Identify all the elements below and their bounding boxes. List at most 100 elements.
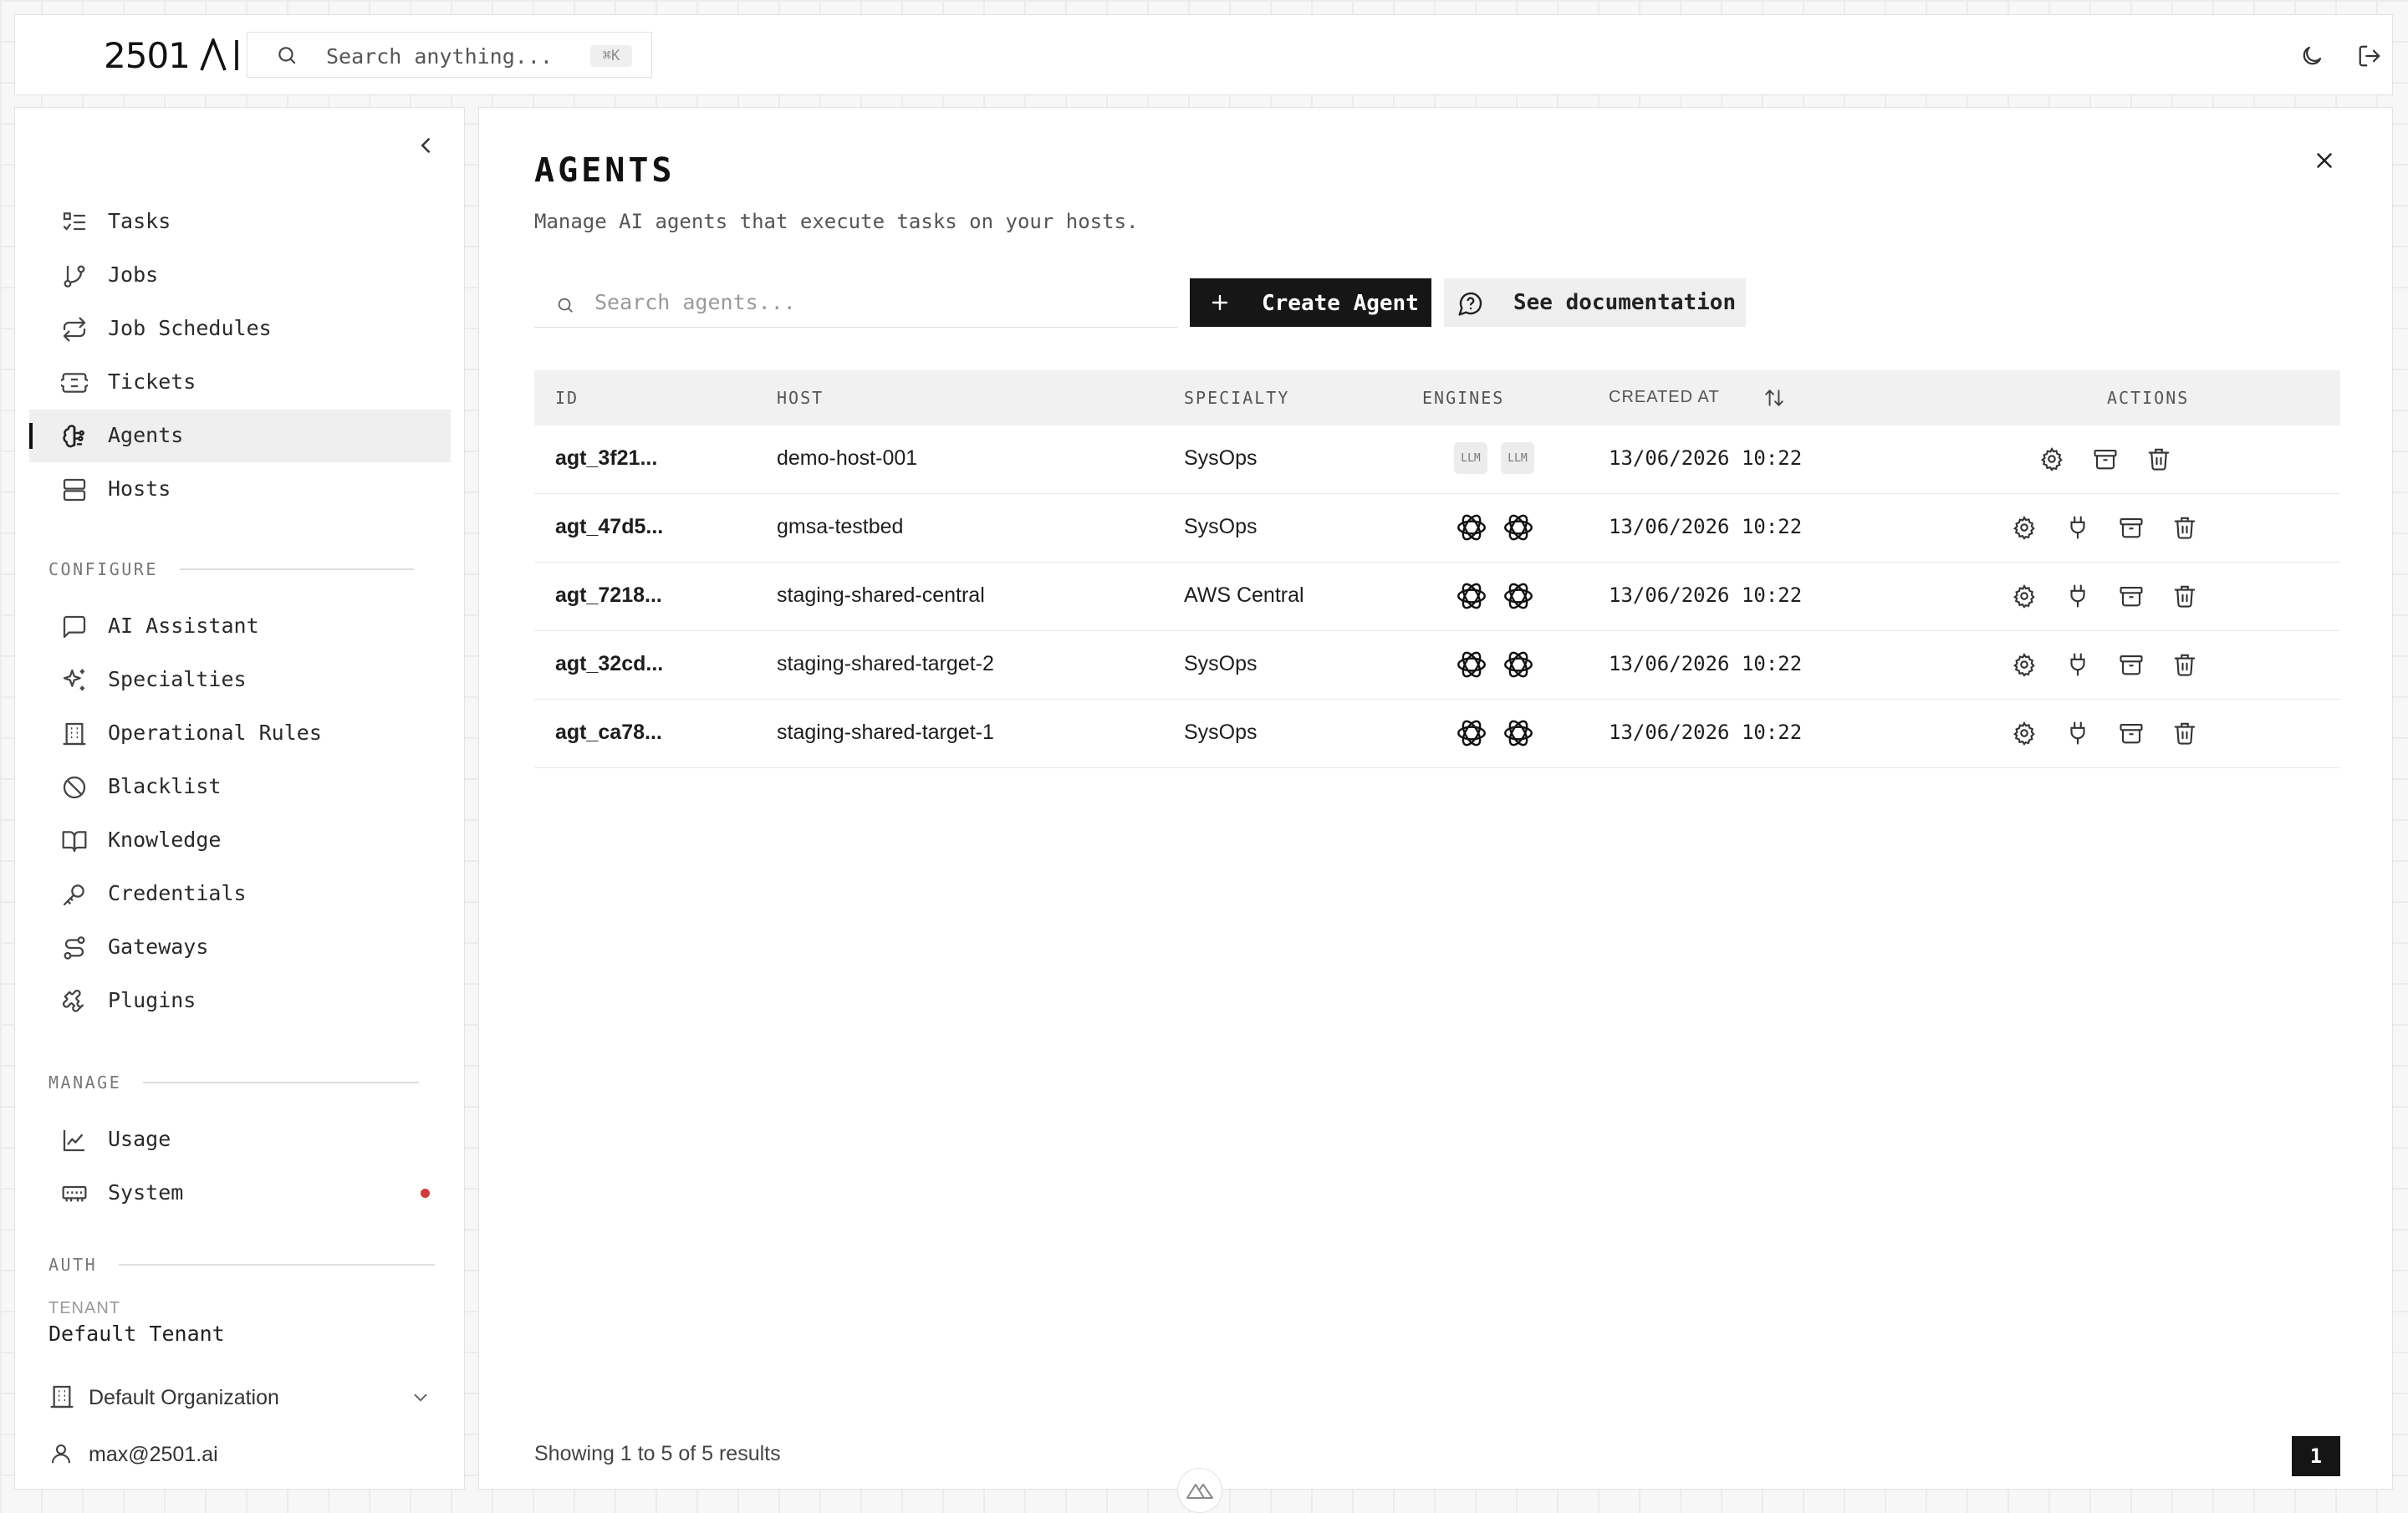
agent-specialty: SysOps bbox=[1184, 446, 1258, 470]
agent-search-input[interactable]: Search agents... bbox=[534, 279, 1178, 328]
agent-id[interactable]: agt_3f21... bbox=[555, 446, 657, 471]
delete-button[interactable] bbox=[2170, 718, 2200, 748]
sidebar-item-label: Operational Rules bbox=[108, 721, 322, 745]
page-subtitle: Manage AI agents that execute tasks on y… bbox=[534, 210, 1139, 233]
openai-icon bbox=[1454, 647, 1489, 682]
archive-button[interactable] bbox=[2116, 512, 2146, 543]
sidebar-item-tickets[interactable]: Tickets bbox=[29, 356, 451, 409]
sidebar-item-system[interactable]: System bbox=[29, 1167, 451, 1220]
sidebar-item-label: Blacklist bbox=[108, 774, 222, 798]
create-agent-button[interactable]: Create Agent bbox=[1190, 278, 1431, 327]
table-header: ID HOST SPECIALTY ENGINES CREATED AT ACT… bbox=[534, 370, 2340, 425]
column-header-engines[interactable]: ENGINES bbox=[1422, 388, 1504, 408]
settings-button[interactable] bbox=[2009, 581, 2039, 611]
plug-button[interactable] bbox=[2063, 581, 2093, 611]
devtools-toggle-button[interactable] bbox=[1177, 1468, 1222, 1513]
sidebar-item-label: Knowledge bbox=[108, 828, 222, 852]
table-row[interactable]: agt_ca78... staging-shared-target-1 SysO… bbox=[534, 700, 2340, 768]
delete-button[interactable] bbox=[2144, 444, 2174, 474]
delete-button[interactable] bbox=[2170, 512, 2200, 543]
sidebar-item-gateways[interactable]: Gateways bbox=[29, 921, 451, 974]
agent-host: staging-shared-target-1 bbox=[777, 721, 994, 744]
openai-icon bbox=[1454, 510, 1489, 545]
column-header-host[interactable]: HOST bbox=[777, 388, 824, 408]
settings-button[interactable] bbox=[2009, 512, 2039, 543]
page-button-current[interactable]: 1 bbox=[2292, 1436, 2340, 1476]
settings-button[interactable] bbox=[2009, 718, 2039, 748]
plug-button[interactable] bbox=[2063, 718, 2093, 748]
user-profile[interactable]: max@2501.ai bbox=[48, 1436, 437, 1471]
agent-id[interactable]: agt_32cd... bbox=[555, 652, 663, 676]
archive-icon bbox=[2120, 655, 2143, 675]
plug-icon bbox=[2070, 516, 2085, 539]
settings-icon bbox=[2013, 721, 2035, 746]
agent-id[interactable]: agt_ca78... bbox=[555, 721, 662, 745]
settings-button[interactable] bbox=[2037, 444, 2067, 474]
see-documentation-button[interactable]: See documentation bbox=[1444, 278, 1746, 327]
sidebar-item-hosts[interactable]: Hosts bbox=[29, 463, 451, 516]
ban-icon bbox=[61, 774, 88, 801]
key-icon bbox=[61, 881, 88, 908]
sidebar-item-credentials[interactable]: Credentials bbox=[29, 868, 451, 920]
logout-button[interactable] bbox=[2353, 39, 2386, 73]
close-panel-button[interactable] bbox=[2312, 148, 2337, 173]
column-header-id[interactable]: ID bbox=[555, 388, 579, 408]
organization-select[interactable]: Default Organization bbox=[48, 1378, 437, 1417]
settings-icon bbox=[2040, 447, 2063, 471]
sidebar-item-blacklist[interactable]: Blacklist bbox=[29, 761, 451, 813]
agent-specialty: SysOps bbox=[1184, 652, 1258, 675]
sidebar-item-knowledge[interactable]: Knowledge bbox=[29, 814, 451, 867]
archive-button[interactable] bbox=[2090, 444, 2120, 474]
tenant-value: Default Tenant bbox=[48, 1322, 225, 1346]
sidebar-item-specialties[interactable]: Specialties bbox=[29, 654, 451, 706]
sidebar-item-label: Job Schedules bbox=[108, 316, 272, 340]
trash-icon bbox=[2174, 585, 2196, 608]
sidebar-item-agents[interactable]: Agents bbox=[29, 410, 451, 462]
column-header-specialty[interactable]: SPECIALTY bbox=[1184, 388, 1289, 408]
column-header-created-at[interactable]: CREATED AT bbox=[1609, 388, 1720, 407]
plug-button[interactable] bbox=[2063, 512, 2093, 543]
table-row[interactable]: agt_32cd... staging-shared-target-2 SysO… bbox=[534, 631, 2340, 700]
archive-button[interactable] bbox=[2116, 718, 2146, 748]
archive-button[interactable] bbox=[2116, 581, 2146, 611]
global-search[interactable]: Search anything... ⌘K bbox=[247, 32, 652, 78]
agent-host: staging-shared-target-2 bbox=[777, 652, 994, 675]
delete-button[interactable] bbox=[2170, 581, 2200, 611]
message-circle-question-icon bbox=[1457, 290, 1484, 317]
logo[interactable]: 2501 bbox=[104, 35, 242, 76]
create-agent-label: Create Agent bbox=[1262, 291, 1419, 316]
agent-id[interactable]: agt_47d5... bbox=[555, 515, 663, 539]
sidebar-item-jobs[interactable]: Jobs bbox=[29, 249, 451, 302]
theme-toggle-button[interactable] bbox=[2295, 39, 2329, 73]
global-search-placeholder: Search anything... bbox=[326, 44, 553, 69]
sidebar-item-ai-assistant[interactable]: AI Assistant bbox=[29, 600, 451, 653]
sidebar-item-label: Plugins bbox=[108, 988, 196, 1012]
sidebar-item-tasks[interactable]: Tasks bbox=[29, 196, 451, 248]
sidebar-item-usage[interactable]: Usage bbox=[29, 1113, 451, 1166]
openai-icon bbox=[1501, 578, 1536, 614]
table-row[interactable]: agt_3f21... demo-host-001 SysOps LLM LLM… bbox=[534, 425, 2340, 494]
sort-icon[interactable] bbox=[1763, 387, 1785, 409]
archive-button[interactable] bbox=[2116, 650, 2146, 680]
agent-id[interactable]: agt_7218... bbox=[555, 583, 662, 608]
plug-button[interactable] bbox=[2063, 650, 2093, 680]
table-row[interactable]: agt_7218... staging-shared-central AWS C… bbox=[534, 563, 2340, 631]
sidebar-item-label: Tickets bbox=[108, 369, 196, 394]
sidebar-item-operational-rules[interactable]: Operational Rules bbox=[29, 707, 451, 760]
delete-button[interactable] bbox=[2170, 650, 2200, 680]
system-alert-dot bbox=[421, 1189, 430, 1198]
sidebar-item-plugins[interactable]: Plugins bbox=[29, 975, 451, 1027]
user-icon bbox=[48, 1441, 74, 1466]
settings-button[interactable] bbox=[2009, 650, 2039, 680]
trash-icon bbox=[2174, 517, 2196, 539]
sidebar-item-label: Hosts bbox=[108, 476, 171, 501]
plus-icon bbox=[1210, 293, 1230, 313]
sidebar-item-job-schedules[interactable]: Job Schedules bbox=[29, 303, 451, 355]
collapse-sidebar-button[interactable] bbox=[413, 133, 438, 158]
table-row[interactable]: agt_47d5... gmsa-testbed SysOps 13/06/20… bbox=[534, 494, 2340, 563]
chevron-left-icon bbox=[421, 138, 430, 153]
agent-created-at: 13/06/2026 10:22 bbox=[1609, 515, 1803, 538]
logo-mark-icon bbox=[200, 38, 238, 71]
agent-specialty: SysOps bbox=[1184, 721, 1258, 744]
section-heading: CONFIGURE bbox=[48, 559, 158, 579]
